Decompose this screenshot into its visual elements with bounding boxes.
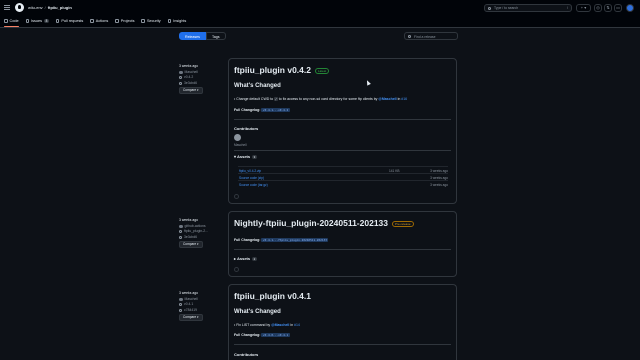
add-reaction-icon[interactable] [234,194,239,199]
divider [234,249,451,250]
issues-count: 8 [44,19,49,23]
create-new-button[interactable]: + ▾ [576,4,591,12]
avatar [179,70,183,74]
pr-link[interactable]: #16 [401,97,407,101]
changelog-link[interactable]: v0.4.0...v0.4.1 [261,333,290,337]
contributor-avatar[interactable] [234,134,241,141]
find-release-input[interactable]: Find a release [404,32,458,40]
tab-pull-requests[interactable]: Pull requests [55,16,83,26]
tab-security[interactable]: Security [141,16,161,26]
asset-row[interactable]: Source code (tar.gz) 3 weeks ago [238,180,448,187]
tag-icon [179,76,182,80]
full-changelog: Full Changelog: v0.4.0...v0.4.1 [234,333,290,337]
commit-link[interactable]: 3e3cbd6 [184,235,197,241]
shield-icon [141,19,145,23]
pr-link[interactable]: #14 [294,323,300,327]
full-changelog: Full Changelog: v0.4.1...v0.4.2 [234,108,290,112]
repo-nav: Code Issues 8 Pull requests Actions Proje… [4,16,186,27]
release-meta: 3 weeks ago github-actions ftpiiu_plugin… [179,218,208,248]
code-icon [4,19,8,23]
release-card: ftpiiu_plugin v0.4.1 What's Changed • Fi… [228,284,457,360]
compare-button[interactable]: Compare ▾ [179,241,203,248]
commit-link[interactable]: 3e3cbd6 [184,81,197,87]
search-input[interactable]: Type / to search / [484,4,572,12]
graph-icon [167,19,172,23]
search-icon [488,7,491,10]
tab-code[interactable]: Code [4,16,19,27]
commit-link[interactable]: c784419 [184,308,197,314]
pull-requests-icon[interactable]: ⇅ [604,4,612,12]
divider [234,119,451,120]
pull-request-icon [55,19,60,23]
release-title[interactable]: Nightly-ftpiiu_plugin-20240511-202133 Pre… [234,218,414,228]
release-card: Nightly-ftpiiu_plugin-20240511-202133 Pre… [228,211,457,277]
author-mention-link[interactable]: @Maschell [271,323,289,327]
repo-link[interactable]: ftpiiu_plugin [48,5,72,10]
avatar [179,224,183,228]
divider [234,150,451,151]
tag-icon [179,303,182,307]
release-card: ftpiiu_plugin v0.4.2 Latest What's Change… [228,58,457,204]
commit-icon [179,235,182,239]
author-mention-link[interactable]: @Maschell [378,97,396,101]
full-changelog: Full Changelog: v0.4.1...ftpiiu_plugin-2… [234,238,329,242]
issue-icon [25,19,30,23]
release-meta: 3 weeks ago Maschell v0.4.1 c784419 Comp… [179,291,203,321]
tab-insights[interactable]: Insights [167,16,186,26]
changelog-link[interactable]: v0.4.1...ftpiiu_plugin-20240511-202133 [261,238,329,242]
avatar [179,297,183,301]
asset-row[interactable]: Source code (zip) 3 weeks ago [238,173,448,180]
github-logo-icon[interactable] [15,3,24,12]
add-reaction-icon[interactable] [234,267,239,272]
commit-icon [179,81,182,85]
pre-release-badge: Pre-release [392,220,414,227]
owner-link[interactable]: wiiu-env [28,5,43,10]
releases-tags-switch: Releases Tags [179,32,226,40]
compare-button[interactable]: Compare ▾ [179,87,203,94]
assets-toggle[interactable]: ▸ Assets 2 [234,256,257,261]
release-title[interactable]: ftpiiu_plugin v0.4.2 Latest [234,65,330,75]
user-avatar[interactable] [626,4,634,12]
tab-issues[interactable]: Issues 8 [25,16,49,26]
change-item: • Fix LIST command by @Maschell in #14 [234,323,300,327]
release-title[interactable]: ftpiiu_plugin v0.4.1 [234,291,311,301]
breadcrumb: wiiu-env / ftpiiu_plugin [28,5,72,10]
changelog-link[interactable]: v0.4.1...v0.4.2 [261,108,290,112]
inbox-icon[interactable]: ▭ [614,4,622,12]
commit-icon [179,308,182,312]
tag-icon [179,230,182,234]
tab-actions[interactable]: Actions [90,16,108,26]
assets-toggle[interactable]: ▾ Assets 3 [234,154,257,159]
change-item: • Change default CWD to / to fix access … [234,97,408,101]
play-icon [90,19,94,23]
latest-badge: Latest [314,67,330,74]
table-icon [115,19,119,23]
compare-button[interactable]: Compare ▾ [179,314,203,321]
tab-projects[interactable]: Projects [115,16,134,26]
asset-row[interactable]: ftpiiu_v0.4.2.zip 141 KB 3 weeks ago [238,166,448,173]
divider [234,344,451,345]
issues-icon[interactable]: ◎ [594,4,602,12]
tab-tags[interactable]: Tags [205,32,226,40]
release-meta: 3 weeks ago Maschell v0.4.2 3e3cbd6 Comp… [179,64,203,94]
global-header: wiiu-env / ftpiiu_plugin Type / to search … [0,0,640,28]
tab-releases[interactable]: Releases [179,32,206,40]
search-icon [408,35,411,38]
hamburger-menu-icon[interactable] [4,5,10,10]
